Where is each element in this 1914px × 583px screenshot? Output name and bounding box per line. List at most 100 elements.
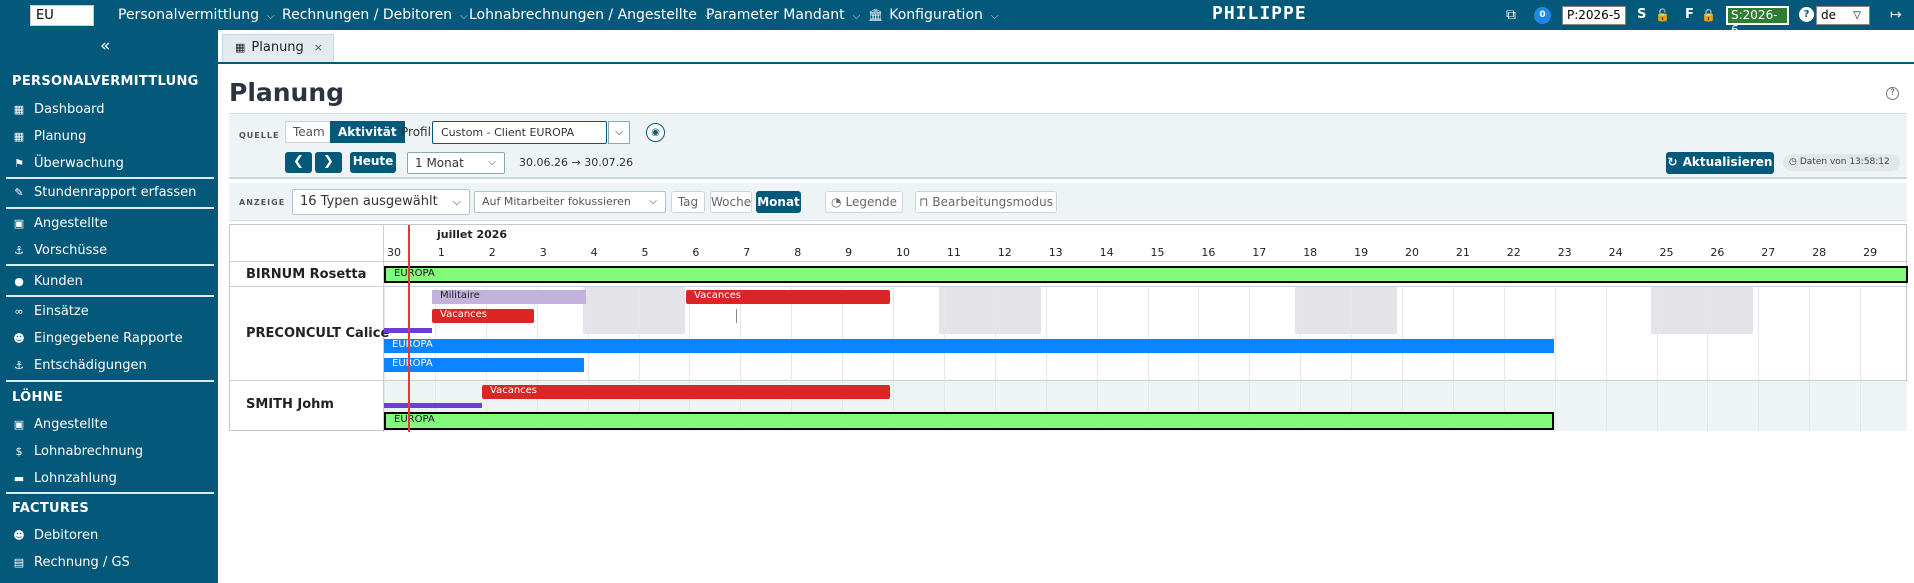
language-select[interactable]: de ▽ <box>1816 6 1870 25</box>
sidebar: « PERSONALVERMITTLUNG ▦ Dashboard ▦ Planun… <box>0 30 218 583</box>
menu-lohnabrechnungen[interactable]: Lohnabrechnungen / Angestellte ⌵ <box>469 0 712 30</box>
lock-icon: ⊓ <box>919 195 929 209</box>
label-f: F <box>1685 7 1694 22</box>
prev-period-button[interactable]: ❮ <box>285 152 312 173</box>
calendar-icon: ▦ <box>235 41 246 54</box>
menu-parameter-mandant[interactable]: Parameter Mandant ⌵ <box>706 0 860 30</box>
period-s-field[interactable]: S:2026-6 <box>1726 6 1789 37</box>
focus-employee-select[interactable]: Auf Mitarbeiter fokussieren ⌵ <box>474 191 666 213</box>
assignment-bar[interactable]: EUROPA <box>384 266 1908 283</box>
assignment-bar[interactable]: EUROPA <box>384 339 1554 353</box>
profil-label: Profil <box>401 125 431 139</box>
unlock-icon[interactable]: 🔓 <box>1655 0 1670 30</box>
day-label: 6 <box>692 246 700 259</box>
sidebar-item-stundenrapport[interactable]: ✎ Stundenrapport erfassen <box>12 185 196 200</box>
divider <box>6 207 214 209</box>
notification-badge[interactable]: 0 <box>1534 7 1551 24</box>
legend-button[interactable]: ◔ Legende <box>825 191 903 213</box>
view-month-button[interactable]: Monat <box>756 191 801 213</box>
menu-personalvermittlung[interactable]: Personalvermittlung ⌵ <box>118 0 275 30</box>
employee-name: PRECONCULT Calice <box>246 326 390 341</box>
edit-mode-button[interactable]: ⊓ Bearbeitungsmodus <box>915 191 1057 213</box>
view-day-button[interactable]: Tag <box>671 191 705 213</box>
sidebar-item-label: Eingegebene Rapporte <box>34 331 183 346</box>
sidebar-item-vorschuesse[interactable]: ⚓ Vorschüsse <box>12 243 107 258</box>
view-week-button[interactable]: Woche <box>710 191 752 213</box>
sidebar-item-kunden[interactable]: ● Kunden <box>12 274 83 289</box>
absence-bar-vacances[interactable]: Vacances <box>686 290 890 304</box>
range-select[interactable]: 1 Monat ⌵ <box>407 152 505 174</box>
absence-bar-vacances[interactable]: Vacances <box>482 385 890 399</box>
day-label: 3 <box>539 246 547 259</box>
assignment-bar[interactable]: EUROPA <box>384 412 1554 430</box>
close-tab-icon[interactable]: × <box>314 35 323 61</box>
weekend-shade <box>583 287 685 334</box>
id-card-icon: ▣ <box>13 217 25 230</box>
menu-rechnungen[interactable]: Rechnungen / Debitoren ⌵ <box>282 0 468 30</box>
sidebar-item-einsaetze[interactable]: ∞ Einsätze <box>12 304 88 319</box>
help-icon[interactable]: ? <box>1799 7 1814 22</box>
day-label: 16 <box>1201 246 1216 259</box>
dollar-icon: $ <box>15 445 23 458</box>
weekend-shade <box>1295 287 1397 334</box>
sidebar-item-lohnabrechnung[interactable]: $ Lohnabrechnung <box>12 444 144 459</box>
day-gridline <box>1707 287 1709 431</box>
sidebar-item-eingegebene-rapporte[interactable]: ☻ Eingegebene Rapporte <box>12 331 183 346</box>
collapse-sidebar-icon[interactable]: « <box>100 36 110 56</box>
help-icon[interactable]: ? <box>1886 87 1899 100</box>
sidebar-item-ueberwachung[interactable]: ⚑ Überwachung <box>12 156 124 171</box>
day-gridline <box>1503 287 1505 431</box>
logout-icon[interactable]: ↦ <box>1890 0 1902 30</box>
eye-icon[interactable]: ◉ <box>646 123 665 142</box>
day-gridline <box>638 287 640 431</box>
sidebar-item-entschaedigungen[interactable]: ⚓ Entschädigungen <box>12 358 147 373</box>
source-aktivitaet-toggle[interactable]: Aktivität <box>330 121 405 143</box>
sidebar-item-planung[interactable]: ▦ Planung <box>12 129 87 144</box>
sidebar-item-label: Kunden <box>34 274 83 289</box>
sidebar-item-lohnzahlung[interactable]: ▬ Lohnzahlung <box>12 471 117 486</box>
source-team-toggle[interactable]: Team <box>285 121 333 143</box>
planning-gantt: 30 1 2 3 4 5 6 7 8 9 10 11 12 13 14 15 16 17 18 19 20 21 22 23 2… <box>229 224 1908 432</box>
day-label: 19 <box>1354 246 1369 259</box>
period-p-field[interactable]: P:2026-5 <box>1562 6 1626 25</box>
refresh-button[interactable]: ↻ Aktualisieren <box>1666 152 1774 174</box>
label-s: S <box>1637 7 1647 22</box>
menu-konfiguration[interactable]: 🏛 Konfiguration ⌵ <box>868 0 998 30</box>
types-select[interactable]: 16 Typen ausgewählt ⌵ <box>292 189 470 215</box>
today-button[interactable]: Heute <box>350 152 396 173</box>
sidebar-item-label: Dashboard <box>34 102 105 117</box>
absence-bar-militaire[interactable]: Militaire <box>432 290 586 304</box>
absence-bar-vacances[interactable]: Vacances <box>432 309 534 323</box>
sidebar-item-label: Angestellte <box>34 216 108 231</box>
data-timestamp-text: Daten von 13:58:12 <box>1799 157 1890 167</box>
weekend-shade <box>1651 287 1753 334</box>
profil-dropdown-chevron-icon[interactable]: ⌵ <box>608 121 630 144</box>
day-label: 9 <box>845 246 853 259</box>
day-gridline <box>943 287 945 431</box>
source-panel: QUELLE Team Aktivität Profil Custom - Cl… <box>229 113 1907 179</box>
sidebar-item-debitoren[interactable]: ☻ Debitoren <box>12 528 98 543</box>
assignment-bar[interactable]: EUROPA <box>384 358 584 372</box>
day-label: 26 <box>1710 246 1725 259</box>
day-gridline <box>842 287 844 431</box>
day-label: 1 <box>437 246 445 259</box>
tab-planung[interactable]: ▦ Planung × <box>222 34 334 62</box>
sidebar-item-label: Angestellte <box>34 417 108 432</box>
menu-label: Lohnabrechnungen / Angestellte <box>469 7 697 23</box>
refresh-label: Aktualisieren <box>1682 155 1773 169</box>
user-check-icon: ☻ <box>13 332 25 345</box>
company-selector[interactable]: EU <box>30 5 94 26</box>
windows-icon[interactable]: ⧉ <box>1506 0 1516 30</box>
types-select-value: 16 Typen ausgewählt <box>300 194 438 209</box>
next-period-button[interactable]: ❯ <box>315 152 342 173</box>
employee-name: BIRNUM Rosetta <box>246 267 367 282</box>
sidebar-item-rechnung-gs[interactable]: ▤ Rechnung / GS <box>12 555 130 570</box>
day-gridline <box>1656 287 1658 431</box>
profil-input[interactable]: Custom - Client EUROPA <box>432 121 607 144</box>
sidebar-item-loehne-angestellte[interactable]: ▣ Angestellte <box>12 417 108 432</box>
sidebar-item-dashboard[interactable]: ▦ Dashboard <box>12 102 105 117</box>
lock-icon[interactable]: 🔒 <box>1701 0 1716 30</box>
sidebar-item-angestellte[interactable]: ▣ Angestellte <box>12 216 108 231</box>
today-marker <box>408 225 410 432</box>
day-label: 23 <box>1557 246 1572 259</box>
